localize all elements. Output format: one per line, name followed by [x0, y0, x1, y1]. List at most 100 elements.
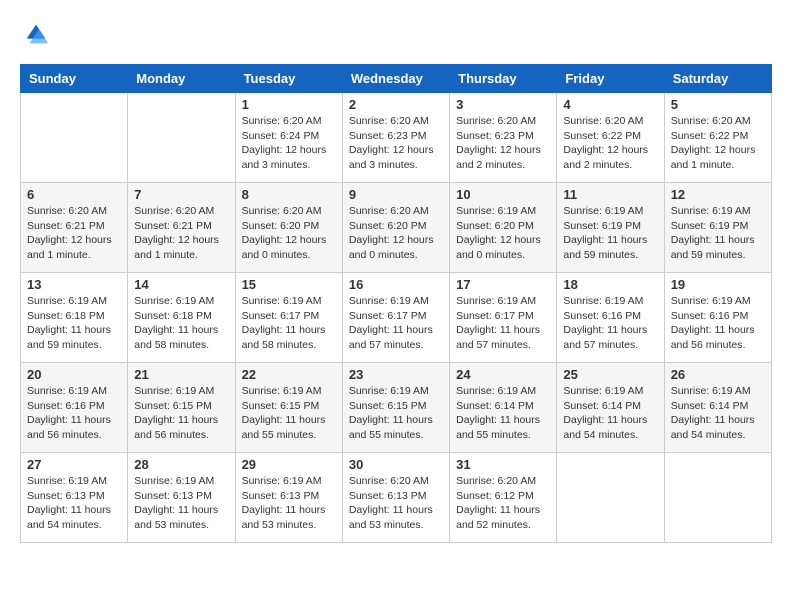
weekday-header-thursday: Thursday [450, 65, 557, 93]
day-number: 19 [671, 277, 765, 292]
day-info: Sunrise: 6:19 AM Sunset: 6:18 PM Dayligh… [134, 294, 228, 353]
calendar-cell: 21 Sunrise: 6:19 AM Sunset: 6:15 PM Dayli… [128, 363, 235, 453]
calendar-cell [21, 93, 128, 183]
calendar-cell: 8 Sunrise: 6:20 AM Sunset: 6:20 PM Daylig… [235, 183, 342, 273]
logo [20, 20, 50, 48]
weekday-header-wednesday: Wednesday [342, 65, 449, 93]
calendar-cell [664, 453, 771, 543]
calendar-cell: 15 Sunrise: 6:19 AM Sunset: 6:17 PM Dayli… [235, 273, 342, 363]
day-number: 22 [242, 367, 336, 382]
calendar-table: SundayMondayTuesdayWednesdayThursdayFrid… [20, 64, 772, 543]
calendar-week-row: 27 Sunrise: 6:19 AM Sunset: 6:13 PM Dayli… [21, 453, 772, 543]
day-number: 8 [242, 187, 336, 202]
calendar-cell: 13Sunrise: 6:19 AM Sunset: 6:18 PM Dayli… [21, 273, 128, 363]
day-number: 21 [134, 367, 228, 382]
calendar-cell: 28 Sunrise: 6:19 AM Sunset: 6:13 PM Dayli… [128, 453, 235, 543]
day-info: Sunrise: 6:20 AM Sunset: 6:12 PM Dayligh… [456, 474, 550, 533]
day-info: Sunrise: 6:19 AM Sunset: 6:14 PM Dayligh… [563, 384, 657, 443]
day-info: Sunrise: 6:19 AM Sunset: 6:16 PM Dayligh… [563, 294, 657, 353]
day-info: Sunrise: 6:19 AM Sunset: 6:15 PM Dayligh… [134, 384, 228, 443]
day-info: Sunrise: 6:20 AM Sunset: 6:20 PM Dayligh… [349, 204, 443, 263]
calendar-cell: 9 Sunrise: 6:20 AM Sunset: 6:20 PM Daylig… [342, 183, 449, 273]
day-number: 29 [242, 457, 336, 472]
calendar-cell: 5Sunrise: 6:20 AM Sunset: 6:22 PM Daylig… [664, 93, 771, 183]
calendar-cell: 29Sunrise: 6:19 AM Sunset: 6:13 PM Dayli… [235, 453, 342, 543]
day-info: Sunrise: 6:20 AM Sunset: 6:23 PM Dayligh… [349, 114, 443, 173]
calendar-header: SundayMondayTuesdayWednesdayThursdayFrid… [21, 65, 772, 93]
weekday-header-sunday: Sunday [21, 65, 128, 93]
day-number: 25 [563, 367, 657, 382]
calendar-cell: 4 Sunrise: 6:20 AM Sunset: 6:22 PM Daylig… [557, 93, 664, 183]
day-number: 15 [242, 277, 336, 292]
calendar-cell: 14 Sunrise: 6:19 AM Sunset: 6:18 PM Dayli… [128, 273, 235, 363]
day-info: Sunrise: 6:19 AM Sunset: 6:16 PM Dayligh… [27, 384, 121, 443]
day-info: Sunrise: 6:19 AM Sunset: 6:13 PM Dayligh… [27, 474, 121, 533]
calendar-cell: 26 Sunrise: 6:19 AM Sunset: 6:14 PM Dayli… [664, 363, 771, 453]
day-info: Sunrise: 6:19 AM Sunset: 6:19 PM Dayligh… [671, 204, 765, 263]
day-info: Sunrise: 6:19 AM Sunset: 6:14 PM Dayligh… [671, 384, 765, 443]
day-number: 31 [456, 457, 550, 472]
day-number: 24 [456, 367, 550, 382]
calendar-cell: 27 Sunrise: 6:19 AM Sunset: 6:13 PM Dayli… [21, 453, 128, 543]
calendar-cell: 1Sunrise: 6:20 AM Sunset: 6:24 PM Daylig… [235, 93, 342, 183]
calendar-cell: 30Sunrise: 6:20 AM Sunset: 6:13 PM Dayli… [342, 453, 449, 543]
calendar-week-row: 6 Sunrise: 6:20 AM Sunset: 6:21 PM Daylig… [21, 183, 772, 273]
day-number: 3 [456, 97, 550, 112]
day-info: Sunrise: 6:19 AM Sunset: 6:20 PM Dayligh… [456, 204, 550, 263]
page-header [20, 20, 772, 48]
day-number: 7 [134, 187, 228, 202]
day-number: 14 [134, 277, 228, 292]
day-number: 23 [349, 367, 443, 382]
day-info: Sunrise: 6:19 AM Sunset: 6:15 PM Dayligh… [349, 384, 443, 443]
day-info: Sunrise: 6:19 AM Sunset: 6:17 PM Dayligh… [456, 294, 550, 353]
weekday-header-monday: Monday [128, 65, 235, 93]
day-info: Sunrise: 6:19 AM Sunset: 6:14 PM Dayligh… [456, 384, 550, 443]
day-info: Sunrise: 6:19 AM Sunset: 6:13 PM Dayligh… [134, 474, 228, 533]
calendar-week-row: 1Sunrise: 6:20 AM Sunset: 6:24 PM Daylig… [21, 93, 772, 183]
day-info: Sunrise: 6:20 AM Sunset: 6:22 PM Dayligh… [563, 114, 657, 173]
calendar-cell: 22Sunrise: 6:19 AM Sunset: 6:15 PM Dayli… [235, 363, 342, 453]
day-info: Sunrise: 6:20 AM Sunset: 6:21 PM Dayligh… [27, 204, 121, 263]
weekday-header-friday: Friday [557, 65, 664, 93]
calendar-cell: 17Sunrise: 6:19 AM Sunset: 6:17 PM Dayli… [450, 273, 557, 363]
day-info: Sunrise: 6:20 AM Sunset: 6:20 PM Dayligh… [242, 204, 336, 263]
calendar-cell: 10 Sunrise: 6:19 AM Sunset: 6:20 PM Dayli… [450, 183, 557, 273]
calendar-week-row: 20 Sunrise: 6:19 AM Sunset: 6:16 PM Dayli… [21, 363, 772, 453]
logo-icon [22, 20, 50, 48]
day-number: 16 [349, 277, 443, 292]
calendar-cell [128, 93, 235, 183]
weekday-header-row: SundayMondayTuesdayWednesdayThursdayFrid… [21, 65, 772, 93]
calendar-cell: 7 Sunrise: 6:20 AM Sunset: 6:21 PM Daylig… [128, 183, 235, 273]
day-number: 12 [671, 187, 765, 202]
calendar-cell: 20 Sunrise: 6:19 AM Sunset: 6:16 PM Dayli… [21, 363, 128, 453]
day-number: 9 [349, 187, 443, 202]
day-info: Sunrise: 6:19 AM Sunset: 6:18 PM Dayligh… [27, 294, 121, 353]
day-number: 20 [27, 367, 121, 382]
day-info: Sunrise: 6:20 AM Sunset: 6:21 PM Dayligh… [134, 204, 228, 263]
calendar-cell: 25 Sunrise: 6:19 AM Sunset: 6:14 PM Dayli… [557, 363, 664, 453]
calendar-week-row: 13Sunrise: 6:19 AM Sunset: 6:18 PM Dayli… [21, 273, 772, 363]
day-info: Sunrise: 6:19 AM Sunset: 6:17 PM Dayligh… [242, 294, 336, 353]
calendar-cell: 2Sunrise: 6:20 AM Sunset: 6:23 PM Daylig… [342, 93, 449, 183]
day-number: 18 [563, 277, 657, 292]
calendar-cell [557, 453, 664, 543]
calendar-cell: 23 Sunrise: 6:19 AM Sunset: 6:15 PM Dayli… [342, 363, 449, 453]
day-info: Sunrise: 6:20 AM Sunset: 6:23 PM Dayligh… [456, 114, 550, 173]
calendar-cell: 6 Sunrise: 6:20 AM Sunset: 6:21 PM Daylig… [21, 183, 128, 273]
day-info: Sunrise: 6:19 AM Sunset: 6:16 PM Dayligh… [671, 294, 765, 353]
day-number: 4 [563, 97, 657, 112]
day-info: Sunrise: 6:20 AM Sunset: 6:24 PM Dayligh… [242, 114, 336, 173]
day-info: Sunrise: 6:20 AM Sunset: 6:13 PM Dayligh… [349, 474, 443, 533]
weekday-header-saturday: Saturday [664, 65, 771, 93]
calendar-cell: 24 Sunrise: 6:19 AM Sunset: 6:14 PM Dayli… [450, 363, 557, 453]
day-info: Sunrise: 6:19 AM Sunset: 6:17 PM Dayligh… [349, 294, 443, 353]
day-number: 28 [134, 457, 228, 472]
day-number: 27 [27, 457, 121, 472]
day-number: 11 [563, 187, 657, 202]
calendar-cell: 12 Sunrise: 6:19 AM Sunset: 6:19 PM Dayli… [664, 183, 771, 273]
day-number: 6 [27, 187, 121, 202]
weekday-header-tuesday: Tuesday [235, 65, 342, 93]
calendar-cell: 11Sunrise: 6:19 AM Sunset: 6:19 PM Dayli… [557, 183, 664, 273]
day-number: 26 [671, 367, 765, 382]
day-number: 10 [456, 187, 550, 202]
